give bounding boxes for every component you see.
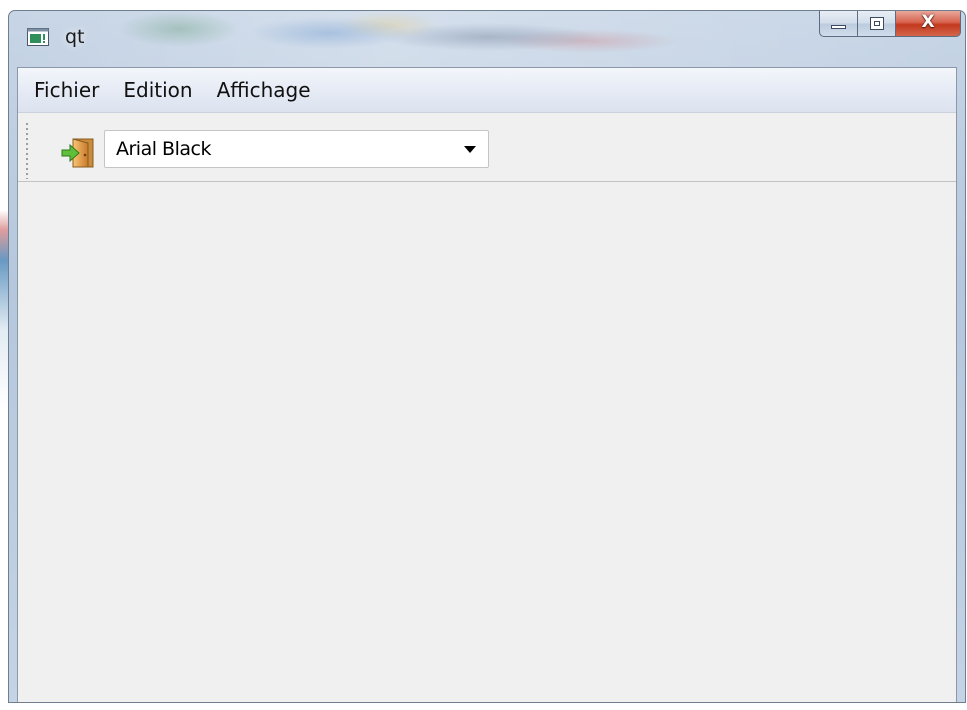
client-area: Fichier Edition Affichage Arial Black: [17, 67, 957, 702]
dropdown-arrow-icon[interactable]: [464, 146, 476, 153]
exit-button[interactable]: [60, 137, 96, 169]
minimize-button[interactable]: [819, 11, 857, 37]
qt-window-icon[interactable]: [27, 28, 49, 46]
desktop-background: [0, 210, 8, 410]
maximize-button[interactable]: [857, 11, 895, 37]
maximize-icon: [870, 17, 884, 30]
font-combo-box[interactable]: Arial Black: [104, 130, 489, 168]
central-widget: [18, 182, 956, 702]
titlebar[interactable]: qt X: [9, 11, 965, 67]
menu-affichage[interactable]: Affichage: [205, 68, 323, 112]
toolbar: Arial Black: [18, 113, 956, 182]
close-button[interactable]: X: [895, 11, 961, 37]
font-combo-value: Arial Black: [116, 138, 211, 160]
menu-fichier[interactable]: Fichier: [18, 68, 111, 112]
close-icon: X: [921, 12, 935, 32]
toolbar-grip-handle[interactable]: [26, 123, 29, 179]
exit-door-icon: [61, 138, 94, 168]
minimize-icon: [831, 25, 846, 29]
window-title: qt: [65, 26, 85, 48]
main-window: qt X Fichier Edition Affichage Arial Bla…: [8, 10, 966, 703]
caption-buttons: X: [819, 11, 961, 39]
menu-edition[interactable]: Edition: [111, 68, 204, 112]
menu-bar: Fichier Edition Affichage: [18, 68, 956, 113]
